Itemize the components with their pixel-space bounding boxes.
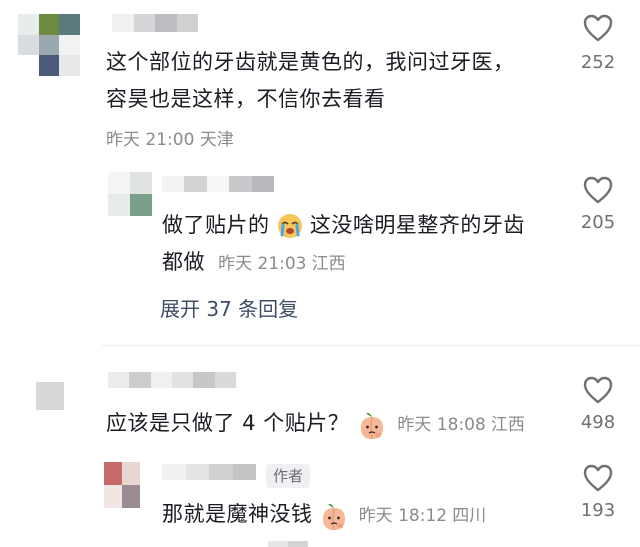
reply-location: 江西 — [311, 254, 346, 274]
comment-location: 天津 — [199, 130, 234, 150]
comment-text: 应该是只做了 4 个贴片？ — [106, 411, 350, 435]
expand-replies-link[interactable]: 展开 37 条回复 — [160, 293, 298, 322]
divider — [102, 345, 640, 346]
comment-location: 江西 — [490, 415, 525, 435]
reply-time: 昨天 18:12 — [358, 506, 448, 526]
comment-row: 应该是只做了 4 个贴片？ 昨天 18:08 江西 — [106, 406, 525, 441]
username[interactable] — [268, 541, 308, 547]
peach-thinking-emoji — [361, 412, 384, 439]
username[interactable] — [108, 372, 236, 388]
like-count: 205 — [580, 212, 616, 233]
reply-time: 昨天 21:03 — [218, 254, 307, 274]
reply-row: 那就是魔神没钱 昨天 18:12 四川 — [162, 497, 486, 532]
username[interactable] — [162, 464, 256, 480]
like-count: 498 — [580, 412, 616, 433]
reply-text-part1: 做了贴片的 — [162, 213, 270, 237]
avatar[interactable] — [36, 382, 64, 410]
avatar[interactable] — [104, 462, 140, 508]
comment-meta: 昨天 21:00 天津 — [106, 125, 234, 150]
reply-text-line2: 都做 — [162, 250, 205, 274]
crying-face-emoji — [277, 214, 302, 238]
reply-text: 那就是魔神没钱 — [162, 502, 313, 526]
avatar[interactable] — [18, 14, 80, 76]
reply-text-part2: 这没啥明星整齐的牙齿 — [309, 213, 525, 237]
heart-outline-icon[interactable] — [583, 14, 613, 42]
comment-time: 昨天 18:08 — [397, 415, 486, 435]
heart-outline-icon[interactable] — [583, 176, 613, 204]
reply-text: 做了贴片的 这没啥明星整齐的牙齿 — [162, 208, 525, 242]
avatar[interactable] — [108, 172, 152, 216]
heart-outline-icon[interactable] — [583, 464, 613, 492]
like-count: 193 — [580, 500, 616, 521]
like-count: 252 — [580, 52, 616, 73]
comment-text: 这个部位的牙齿就是黄色的，我问过牙医， — [106, 50, 515, 74]
comment-text-line2: 容昊也是这样，不信你去看看 — [106, 87, 386, 111]
heart-outline-icon[interactable] — [583, 376, 613, 404]
username[interactable] — [162, 176, 274, 192]
username[interactable] — [112, 14, 198, 32]
author-badge: 作者 — [266, 464, 311, 488]
reply-location: 四川 — [452, 506, 487, 526]
reply-line2-row: 都做 昨天 21:03 江西 — [162, 245, 346, 279]
comment-time: 昨天 21:00 — [106, 130, 195, 150]
peach-thinking-emoji — [322, 503, 345, 530]
